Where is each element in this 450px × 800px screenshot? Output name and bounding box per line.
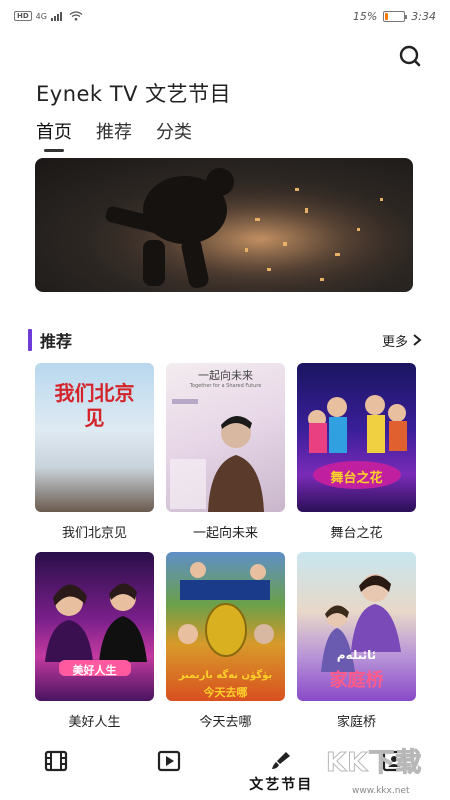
app-title: Eynek TV 文艺节目 bbox=[36, 82, 232, 106]
film-icon bbox=[45, 750, 68, 772]
play-icon bbox=[157, 750, 180, 772]
poster-figure bbox=[308, 395, 407, 489]
program-card[interactable]: 一起向未来 Together for a Shared Future 一起向未来 bbox=[166, 363, 285, 541]
program-card[interactable]: ئائىلەم 家庭桥 家庭桥 bbox=[297, 552, 416, 730]
card-label: 家庭桥 bbox=[336, 715, 376, 730]
program-card[interactable]: بۈگۈن نەگە بارىمىز 今天去哪 今天去哪 bbox=[166, 552, 285, 730]
program-card[interactable]: 舞台之花 舞台之花 bbox=[297, 363, 416, 541]
clock: 3:34 bbox=[411, 9, 436, 23]
poster-figure bbox=[170, 399, 264, 512]
poster-text: ئائىلەم bbox=[336, 648, 377, 662]
tab-home[interactable]: 首页 bbox=[36, 118, 72, 152]
tab-recommend[interactable]: 推荐 bbox=[96, 118, 132, 152]
card-label: 美好人生 bbox=[68, 715, 121, 730]
section-header: 推荐 更多 bbox=[28, 328, 422, 352]
watermark-logo: KK下载 bbox=[325, 748, 423, 779]
poster-text: بۈگۈن نەگە بارىمىز bbox=[178, 670, 273, 681]
poster-figure bbox=[45, 583, 147, 676]
card-poster: 美好人生 bbox=[35, 552, 154, 701]
card-poster: بۈگۈن نەگە بارىمىز 今天去哪 bbox=[166, 552, 285, 701]
brush-icon bbox=[272, 752, 291, 769]
more-link[interactable]: 更多 bbox=[382, 331, 422, 350]
wifi-icon bbox=[69, 11, 83, 21]
top-tabs: 首页 推荐 分类 bbox=[36, 118, 192, 152]
banner-image bbox=[35, 158, 413, 292]
watermark-url: www.kkx.net bbox=[352, 786, 410, 796]
poster-subtext: 家庭桥 bbox=[329, 670, 384, 691]
more-label: 更多 bbox=[381, 334, 408, 350]
card-label: 舞台之花 bbox=[330, 526, 383, 541]
card-poster: ئائىلەم 家庭桥 bbox=[297, 552, 416, 701]
nav-play[interactable] bbox=[113, 738, 226, 800]
signal-icon bbox=[50, 12, 62, 21]
nav-arts[interactable]: 文艺节目 bbox=[225, 738, 338, 800]
status-left: HD 4G bbox=[14, 11, 83, 21]
battery-icon bbox=[383, 10, 408, 22]
battery-fill bbox=[385, 12, 389, 20]
chevron-right-icon bbox=[413, 334, 422, 346]
poster-text: 舞台之花 bbox=[330, 471, 383, 486]
card-label: 我们北京见 bbox=[61, 526, 127, 541]
battery-percent: 15% bbox=[352, 9, 378, 23]
program-card[interactable]: 美好人生 美好人生 bbox=[35, 552, 154, 730]
nav-film[interactable] bbox=[0, 738, 113, 800]
search-icon bbox=[399, 45, 421, 67]
banner-carousel[interactable] bbox=[35, 158, 413, 292]
section-accent-bar bbox=[28, 329, 32, 351]
card-label: 今天去哪 bbox=[199, 715, 252, 730]
tab-category[interactable]: 分类 bbox=[156, 118, 192, 152]
card-poster: 一起向未来 Together for a Shared Future bbox=[166, 363, 285, 512]
network-label: 4G bbox=[35, 11, 47, 21]
section-title: 推荐 bbox=[40, 332, 73, 351]
card-label: 一起向未来 bbox=[192, 526, 258, 541]
status-bar: HD 4G 15% 3:34 bbox=[0, 0, 450, 32]
program-card[interactable]: 我们北京见 我们北京见 bbox=[35, 363, 154, 541]
card-poster: 我们北京见 bbox=[35, 363, 154, 512]
poster-subtext: 今天去哪 bbox=[203, 686, 248, 699]
card-poster: 舞台之花 bbox=[297, 363, 416, 512]
poster-text: 美好人生 bbox=[72, 664, 117, 677]
status-right: 15% 3:34 bbox=[353, 10, 436, 23]
hd-badge: HD bbox=[14, 11, 32, 21]
search-button[interactable] bbox=[396, 42, 424, 70]
nav-arts-label: 文艺节目 bbox=[249, 777, 314, 793]
poster-text: 我们北京见 bbox=[54, 381, 135, 430]
